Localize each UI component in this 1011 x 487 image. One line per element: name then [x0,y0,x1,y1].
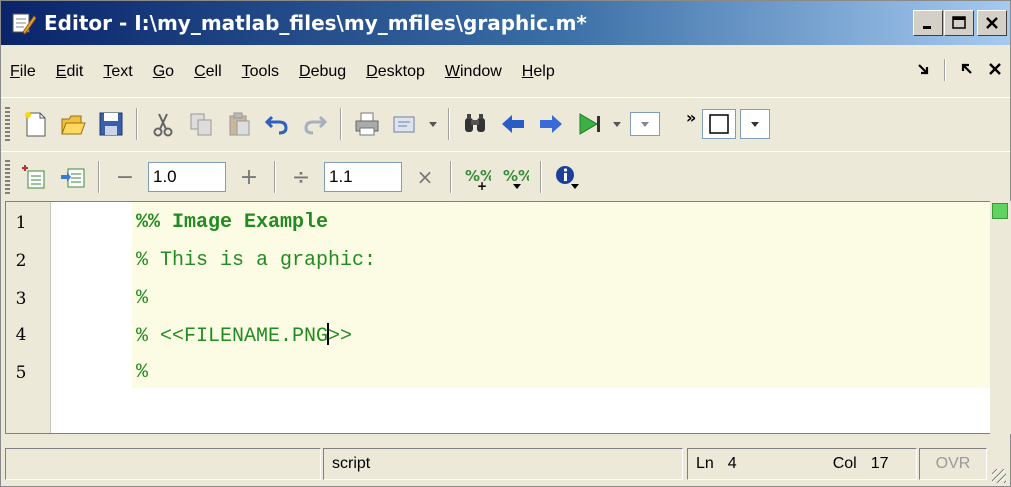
copy-icon[interactable] [183,106,219,142]
line-value: 4 [727,455,737,472]
cursor-position-panel: Ln 4 Col 17 [687,448,917,480]
line-number: 2 [15,251,27,271]
info-icon[interactable] [549,159,585,195]
menu-cell[interactable]: Cell [184,63,232,81]
status-message-panel [5,448,321,480]
menu-desktop[interactable]: Desktop [356,63,435,81]
print-icon[interactable] [349,106,385,142]
code-line[interactable]: 3 % [6,280,990,316]
line-number: 4 [15,325,27,345]
column-label: Col [832,455,857,472]
cut-icon[interactable] [145,106,181,142]
minimize-button[interactable] [913,10,943,36]
toolbar-separator [540,161,542,193]
code-text[interactable]: % [136,287,148,310]
overwrite-mode-panel: OVR [919,448,987,480]
toolbar-separator [136,108,138,140]
divide-button[interactable]: ÷ [283,159,319,195]
code-text-before-caret: % <<FILENAME.PNG [136,325,329,348]
close-button[interactable] [977,10,1007,36]
code-text[interactable]: % [136,361,148,384]
menu-debug[interactable]: Debug [289,63,356,81]
line-number: 5 [15,363,27,383]
redo-icon[interactable] [297,106,333,142]
insert-cell-icon[interactable] [17,159,53,195]
layout-chevron-button[interactable] [740,109,771,139]
new-file-icon[interactable] [17,106,53,142]
window-title: Editor - I:\my_matlab_files\my_mfiles\gr… [44,11,587,35]
run-icon[interactable] [571,106,607,142]
menu-help[interactable]: Help [512,63,565,81]
toolbar-separator [98,161,100,193]
undo-icon[interactable] [259,106,295,142]
column-value: 17 [870,455,889,472]
cell-toolbar: − 1.0 + ÷ 1.1 × %%+ %% [1,151,1010,202]
code-line[interactable]: 5 % [6,354,990,390]
main-toolbar: » [1,97,1010,150]
toolbar-overflow-icon[interactable]: » [686,108,696,127]
maximize-button[interactable] [944,10,974,36]
cell-increment-percent-icon[interactable]: %%+ [459,159,495,195]
toolbar-separator [450,161,452,193]
paste-icon[interactable] [221,106,257,142]
code-line[interactable]: 2 % This is a graphic: [6,242,990,278]
toolbar-separator [340,108,342,140]
resize-grip[interactable] [992,469,1006,483]
code-text[interactable]: % <<FILENAME.PNG>> [136,323,352,348]
stack-dropdown[interactable] [630,112,660,136]
comment-icon[interactable] [387,106,423,142]
save-icon[interactable] [93,106,129,142]
chevron-down-icon[interactable] [425,106,441,142]
status-bar: script Ln 4 Col 17 OVR [1,441,1010,487]
toolbar-grip[interactable] [5,160,10,194]
menu-text[interactable]: Text [93,63,142,81]
menu-window[interactable]: Window [435,63,512,81]
cell-status-marker[interactable] [992,203,1008,219]
code-line[interactable]: 1 %% Image Example [6,204,990,240]
toolbar-grip[interactable] [5,107,10,141]
forward-arrow-icon[interactable] [533,106,569,142]
cell-marker-strip [990,201,1011,434]
menu-go[interactable]: Go [143,63,184,81]
editor-window: Editor - I:\my_matlab_files\my_mfiles\gr… [0,0,1011,487]
toolbar-separator [448,108,450,140]
line-number: 1 [15,213,27,233]
file-type-panel: script [323,448,683,480]
menu-edit[interactable]: Edit [46,63,94,81]
menu-separator [944,59,946,81]
toolbar-separator [274,161,276,193]
code-text-after-caret: >> [328,325,353,348]
svg-text:+: + [477,179,487,191]
back-arrow-icon[interactable] [495,106,531,142]
layout-dropdown[interactable] [702,109,737,139]
code-text[interactable]: % This is a graphic: [136,249,376,272]
find-binoculars-icon[interactable] [457,106,493,142]
menu-tools[interactable]: Tools [232,63,289,81]
code-text[interactable]: %% Image Example [136,211,328,234]
multiply-button[interactable]: × [407,159,443,195]
menu-bar: File Edit Text Go Cell Tools Debug Deskt… [1,51,1010,93]
code-editor[interactable]: 1 %% Image Example 2 % This is a graphic… [5,201,990,434]
code-line[interactable]: 4 % <<FILENAME.PNG>> [6,316,990,352]
svg-text:%%: %% [503,167,529,185]
title-bar[interactable]: Editor - I:\my_matlab_files\my_mfiles\gr… [1,1,1010,45]
editor-app-icon [10,10,37,36]
line-label: Ln [696,455,714,472]
decrement-button[interactable]: − [107,159,143,195]
menu-file[interactable]: File [1,63,46,81]
decrement-value-field[interactable]: 1.0 [148,162,226,192]
cell-decrement-percent-icon[interactable]: %% [497,159,533,195]
dock-controls [916,59,1002,81]
open-folder-icon[interactable] [55,106,91,142]
multiply-value-field[interactable]: 1.1 [324,162,402,192]
line-number: 3 [15,289,27,309]
chevron-down-icon[interactable] [609,106,625,142]
dock-icon[interactable] [916,60,930,81]
undock-icon[interactable] [960,60,974,81]
evaluate-cell-icon[interactable] [55,159,91,195]
close-document-icon[interactable] [988,60,1002,81]
increment-button[interactable]: + [231,159,267,195]
